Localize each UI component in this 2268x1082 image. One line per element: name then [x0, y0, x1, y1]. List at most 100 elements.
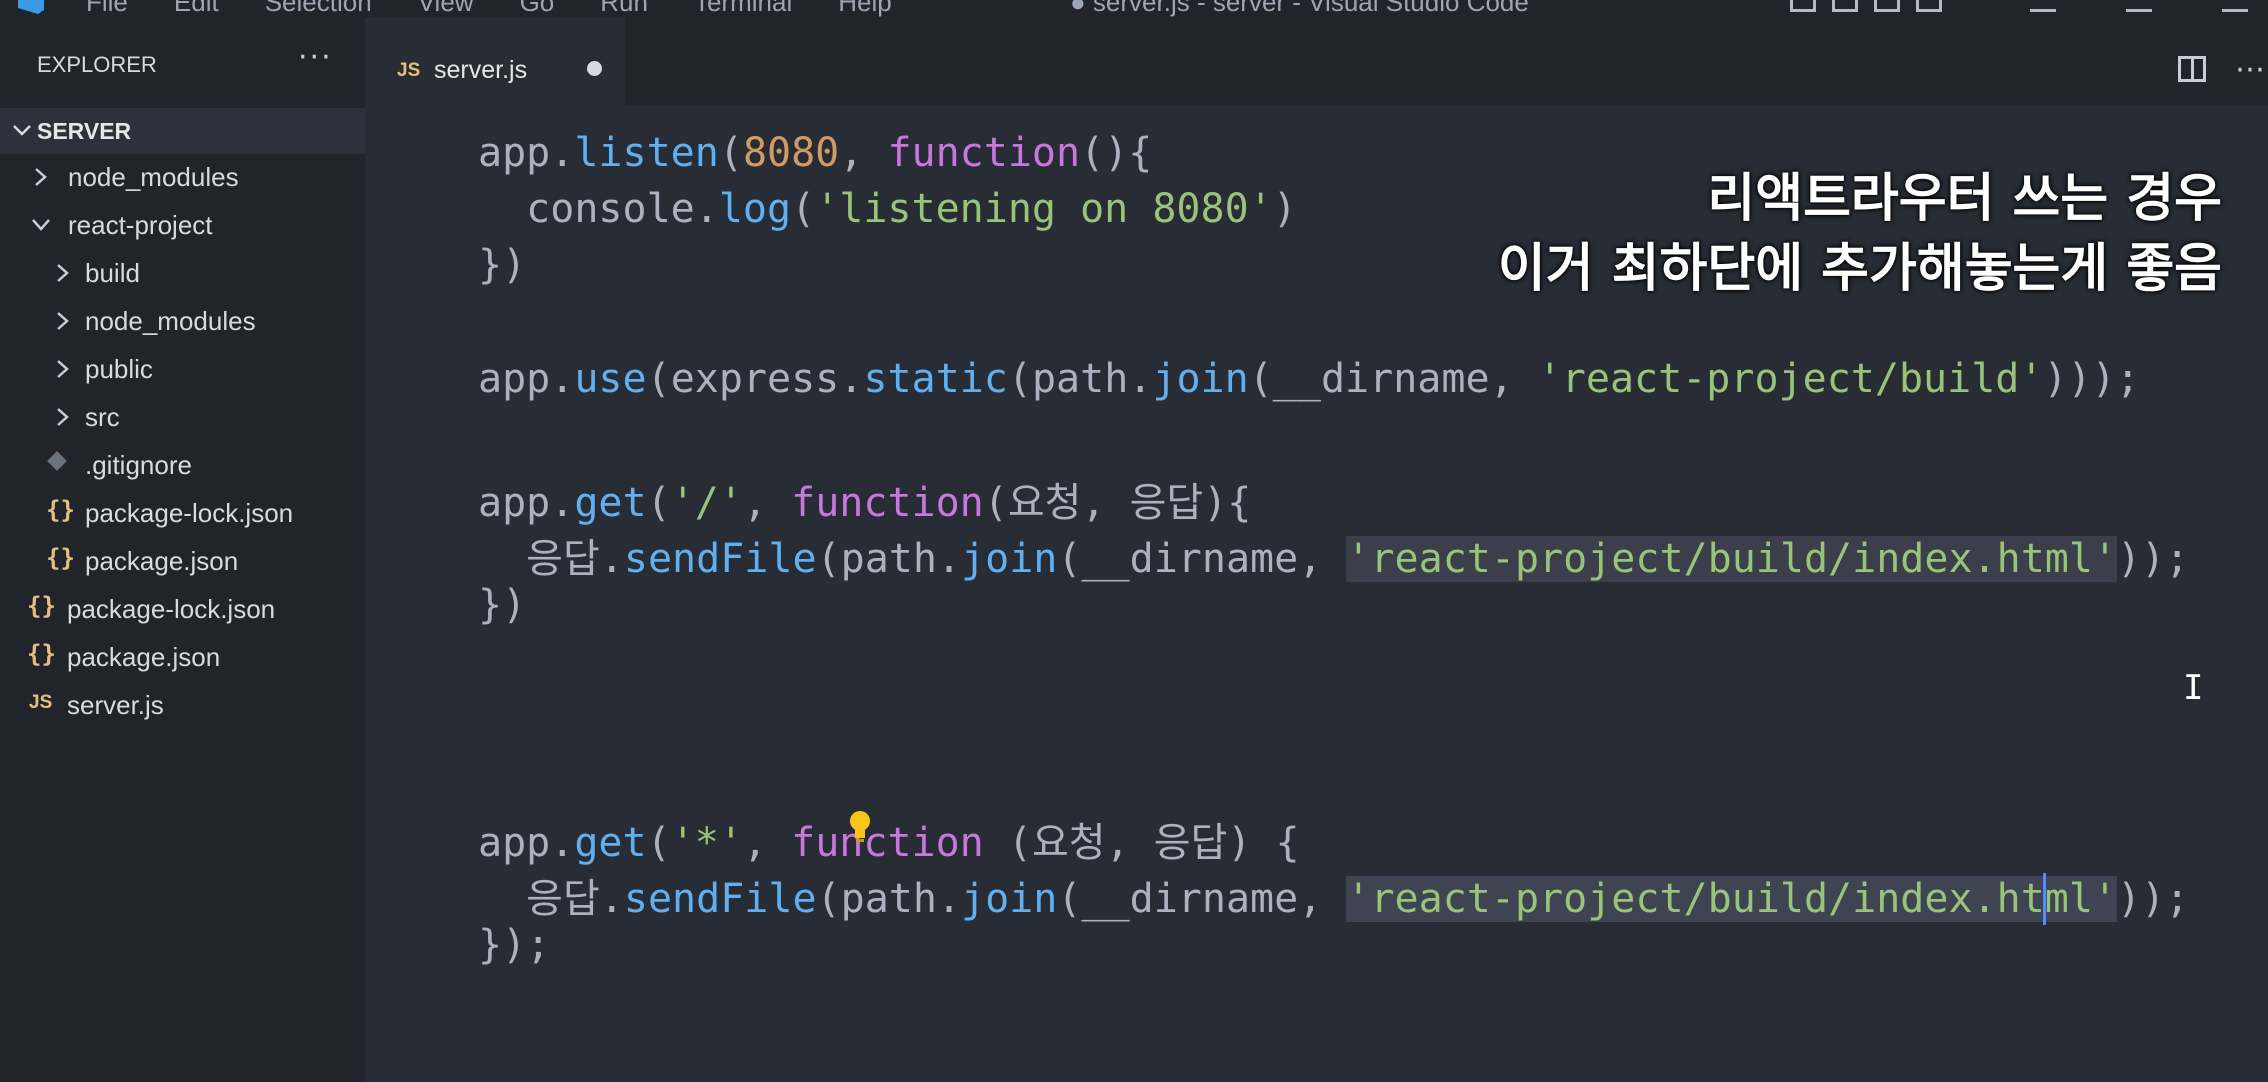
layout-controls	[1790, 0, 1942, 12]
token: (	[791, 186, 816, 232]
text-cursor-icon: I	[2183, 668, 2204, 708]
menu-help[interactable]: Help	[838, 0, 891, 18]
video-caption: 리액트라우터 쓰는 경우 이거 최하단에 추가해놓는게 좋음	[1498, 164, 2222, 304]
unsaved-dot-icon[interactable]	[587, 61, 602, 76]
chevron-right-icon	[35, 168, 47, 186]
token: ));	[2117, 876, 2190, 922]
token: join	[1152, 356, 1249, 402]
token: .	[599, 876, 624, 922]
explorer-title: EXPLORER	[37, 52, 157, 77]
token-highlight-occurrence: 'react-project/build/index.html'	[1346, 536, 2118, 582]
tree-item-label: .gitignore	[85, 450, 192, 480]
code-line: 응답.sendFile(path.join(__dirname, 'react-…	[478, 866, 2189, 922]
token: ,	[1298, 536, 1347, 582]
window-title: ● server.js - server - Visual Studio Cod…	[1070, 0, 1529, 17]
tree-item-package-json-nested[interactable]: {} package.json	[46, 538, 376, 582]
token: ,	[742, 820, 792, 866]
tree-item-label: package-lock.json	[67, 594, 276, 624]
token: .	[1128, 356, 1153, 402]
minimize-button[interactable]	[2030, 0, 2056, 12]
tree-item-src[interactable]: src	[52, 394, 382, 438]
chevron-right-icon	[57, 408, 69, 426]
json-braces-icon: {}	[46, 496, 75, 524]
token: (	[816, 876, 841, 922]
folder-root-server[interactable]: SERVER	[0, 108, 365, 154]
git-file-icon	[47, 451, 67, 471]
token: app	[478, 480, 551, 526]
tree-item-package-lock-nested[interactable]: {} package-lock.json	[46, 490, 376, 534]
tree-item-package-lock[interactable]: {} package-lock.json	[27, 586, 357, 630]
menu-file[interactable]: File	[86, 0, 128, 18]
json-braces-icon: {}	[27, 640, 56, 668]
tree-item-label: node_modules	[68, 162, 239, 192]
tree-item-public[interactable]: public	[52, 346, 382, 390]
code-line: app.get('/', function(요청, 응답){	[478, 470, 1251, 526]
token: get	[574, 820, 647, 866]
toggle-secondary-sidebar-icon[interactable]	[1874, 0, 1900, 12]
menu-edit[interactable]: Edit	[174, 0, 219, 18]
token: (요청, 응답){	[983, 480, 1252, 526]
tree-item-node-modules[interactable]: node_modules	[30, 154, 360, 198]
more-actions-icon[interactable]: ⋯	[2235, 52, 2265, 87]
token: listen	[574, 130, 719, 176]
token: .	[550, 130, 575, 176]
tree-item-label: public	[85, 354, 153, 384]
customize-layout-icon[interactable]	[1916, 0, 1942, 12]
token: (	[1007, 356, 1032, 402]
token: })	[478, 582, 527, 628]
token: });	[478, 922, 551, 968]
token: console	[526, 186, 695, 232]
toggle-sidebar-icon[interactable]	[1790, 0, 1816, 12]
token: path	[840, 876, 937, 922]
tree-item-label: server.js	[67, 690, 164, 720]
tree-item-label: react-project	[68, 210, 213, 240]
tab-server-js[interactable]: JS server.js	[365, 18, 625, 106]
token: (	[1057, 876, 1082, 922]
tree-item-react-project[interactable]: react-project	[30, 202, 360, 246]
token: path	[840, 536, 937, 582]
tree-item-package-json[interactable]: {} package.json	[27, 634, 357, 678]
split-editor-icon[interactable]	[2178, 56, 2206, 82]
menu-selection[interactable]: Selection	[265, 0, 372, 18]
more-actions-icon[interactable]: ···	[298, 40, 333, 75]
tree-item-node-modules-nested[interactable]: node_modules	[52, 298, 382, 342]
token: (	[816, 536, 841, 582]
token: use	[574, 356, 647, 402]
menu-run[interactable]: Run	[600, 0, 648, 18]
token: app	[478, 130, 551, 176]
token: path	[1031, 356, 1129, 402]
token: (	[646, 820, 671, 866]
menu-go[interactable]: Go	[520, 0, 555, 18]
json-braces-icon: {}	[27, 592, 56, 620]
chevron-right-icon	[57, 264, 69, 282]
tree-item-server-js[interactable]: JS server.js	[27, 682, 357, 726]
token: 응답	[526, 536, 600, 582]
close-window-button[interactable]	[2222, 0, 2248, 12]
token-selection: 'react-project/build/index.html'	[1346, 876, 2118, 922]
tree-item-label: package.json	[85, 546, 239, 576]
tree-item-gitignore[interactable]: .gitignore	[47, 442, 378, 486]
token: __dirname	[1081, 876, 1299, 922]
maximize-button[interactable]	[2126, 0, 2152, 12]
code-line: console.log('listening on 8080')	[478, 186, 1297, 242]
token: (요청, 응답) {	[1007, 820, 1300, 866]
token: 8080	[742, 130, 840, 176]
lightbulb-icon[interactable]	[848, 810, 872, 844]
menu-terminal[interactable]: Terminal	[694, 0, 792, 18]
chevron-right-icon	[57, 312, 69, 330]
token: get	[574, 480, 647, 526]
tree-item-build[interactable]: build	[52, 250, 382, 294]
token: (	[646, 480, 671, 526]
chevron-right-icon	[57, 360, 69, 378]
token: .	[550, 356, 575, 402]
caption-line-1: 리액트라우터 쓰는 경우	[1707, 169, 2222, 229]
token: ,	[742, 480, 792, 526]
token: app	[478, 820, 551, 866]
js-file-icon: JS	[29, 692, 53, 713]
menu-view[interactable]: View	[418, 0, 474, 18]
token: .	[550, 820, 575, 866]
token: ,	[1489, 356, 1538, 402]
toggle-panel-icon[interactable]	[1832, 0, 1858, 12]
